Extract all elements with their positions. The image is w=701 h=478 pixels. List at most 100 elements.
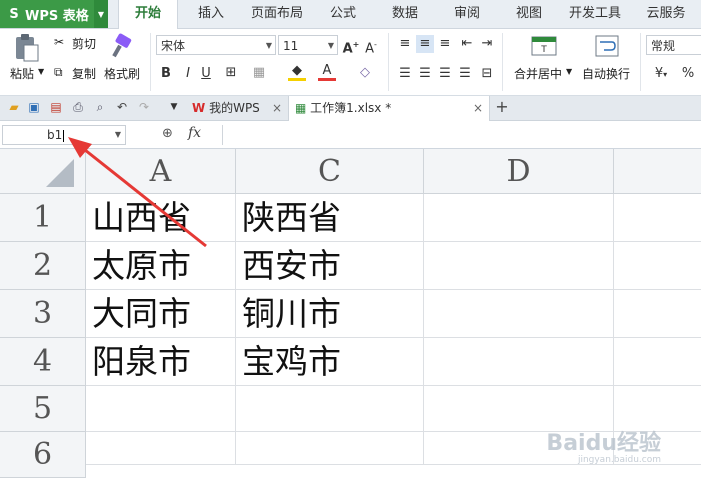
wrap-text-icon[interactable] [594,33,620,59]
name-box-value: b1 [47,128,63,142]
distributed-icon[interactable]: ⊟ [478,65,496,83]
undo-icon[interactable]: ↶ [114,99,130,115]
cell-d4[interactable] [424,338,614,386]
row-header-6[interactable]: 6 [0,432,86,478]
bold-icon[interactable]: B [158,65,174,83]
print-icon[interactable]: ⎙ [70,99,86,115]
merge-dropdown-icon[interactable]: ▼ [566,67,572,76]
column-header-next[interactable] [614,149,701,194]
scissors-icon[interactable]: ✂ [54,35,64,49]
cell-e2[interactable] [614,242,701,290]
cell-d1[interactable] [424,194,614,242]
percent-button[interactable]: % [680,65,696,83]
new-tab-icon[interactable]: + [494,99,510,115]
format-painter-icon[interactable] [110,33,134,59]
format-painter-button[interactable]: 格式刷 [104,65,140,82]
close-icon[interactable]: × [272,96,282,120]
cell-a2[interactable]: 太原市 [86,242,236,290]
merge-center-button[interactable]: 合并居中 [514,65,562,82]
column-header-c[interactable]: C [236,149,424,194]
align-center-icon[interactable]: ☰ [416,65,434,83]
insert-function-button[interactable]: fx [188,125,201,141]
fill-pattern-icon[interactable]: ▦ [250,64,268,82]
column-header-d[interactable]: D [424,149,614,194]
merge-center-icon[interactable]: T [530,33,558,59]
italic-icon[interactable]: I [180,65,196,83]
cell-e4[interactable] [614,338,701,386]
align-right-icon[interactable]: ☰ [436,65,454,83]
row-header-1[interactable]: 1 [0,194,86,242]
align-bottom-icon[interactable]: ≡ [436,35,454,53]
font-color-icon[interactable]: A [318,64,336,81]
indent-decrease-icon[interactable]: ⇤ [458,35,476,53]
tab-my-wps[interactable]: W 我的WPS × [188,96,284,120]
align-middle-icon[interactable]: ≡ [416,35,434,53]
formula-input[interactable] [222,125,701,145]
zoom-lookup-icon[interactable]: ⊕ [162,126,173,141]
tab-review[interactable]: 审阅 [444,0,490,28]
cell-d2[interactable] [424,242,614,290]
align-top-icon[interactable]: ≡ [396,35,414,53]
clear-format-icon[interactable]: ◇ [356,64,374,82]
underline-icon[interactable]: U [198,65,214,83]
cell-a4[interactable]: 阳泉市 [86,338,236,386]
cell-a5[interactable] [86,386,236,432]
font-size-select[interactable]: 11 ▼ [278,35,338,55]
save-icon[interactable]: ▣ [26,99,42,115]
shrink-font-icon[interactable]: A- [362,36,380,58]
cell-e1[interactable] [614,194,701,242]
tab-data[interactable]: 数据 [382,0,428,28]
font-name-select[interactable]: 宋体 ▼ [156,35,276,55]
row-header-3[interactable]: 3 [0,290,86,338]
grow-font-icon[interactable]: A+ [342,36,360,58]
close-icon[interactable]: × [473,96,483,120]
indent-increase-icon[interactable]: ⇥ [478,35,496,53]
cell-c1[interactable]: 陕西省 [236,194,424,242]
cell-c4[interactable]: 宝鸡市 [236,338,424,386]
tab-workbook[interactable]: ▦ 工作簿1.xlsx * × [288,96,490,121]
cell-a1[interactable]: 山西省 [86,194,236,242]
currency-icon[interactable]: ¥▾ [650,65,672,84]
cell-c2[interactable]: 西安市 [236,242,424,290]
justify-icon[interactable]: ☰ [456,65,474,83]
redo-icon[interactable]: ↷ [136,99,152,115]
chevron-down-icon[interactable]: ▼ [115,126,121,144]
paste-button[interactable]: 粘贴 [10,65,34,82]
open-folder-icon[interactable]: ▰ [6,99,22,115]
paste-dropdown-icon[interactable]: ▼ [38,67,44,76]
align-left-icon[interactable]: ☰ [396,65,414,83]
cell-e3[interactable] [614,290,701,338]
tab-page-layout[interactable]: 页面布局 [244,0,310,28]
row-header-4[interactable]: 4 [0,338,86,386]
tab-insert[interactable]: 插入 [188,0,234,28]
export-pdf-icon[interactable]: ▤ [48,99,64,115]
tab-formulas[interactable]: 公式 [320,0,366,28]
app-menu-button[interactable]: S WPS 表格 ▼ [0,0,108,28]
copy-button[interactable]: 复制 [72,65,96,82]
cell-d3[interactable] [424,290,614,338]
select-all-corner[interactable] [0,149,86,194]
row-header-5[interactable]: 5 [0,386,86,432]
row-header-2[interactable]: 2 [0,242,86,290]
number-format-select[interactable]: 常规 [646,35,701,55]
cell-a3[interactable]: 大同市 [86,290,236,338]
borders-icon[interactable]: ⊞ [222,64,240,82]
cell-a6[interactable] [86,432,236,465]
copy-icon[interactable]: ⧉ [54,65,63,80]
column-header-a[interactable]: A [86,149,236,194]
tab-cloud[interactable]: 云服务 [636,0,696,28]
chevron-down-icon[interactable]: ▼ [94,0,108,28]
print-preview-icon[interactable]: ⌕ [92,99,108,115]
fill-color-icon[interactable]: ◆ [288,64,306,81]
cell-c3[interactable]: 铜川市 [236,290,424,338]
cut-button[interactable]: 剪切 [72,35,96,52]
cell-c5[interactable] [236,386,424,432]
cell-c6[interactable] [236,432,424,465]
tab-developer[interactable]: 开发工具 [562,0,628,28]
paste-icon[interactable] [10,33,42,63]
tab-view[interactable]: 视图 [506,0,552,28]
wrap-text-button[interactable]: 自动换行 [582,65,630,82]
tab-home[interactable]: 开始 [118,0,178,29]
name-box[interactable]: b1 ▼ [2,125,126,145]
customize-dropdown-icon[interactable]: ▼ [166,99,182,115]
